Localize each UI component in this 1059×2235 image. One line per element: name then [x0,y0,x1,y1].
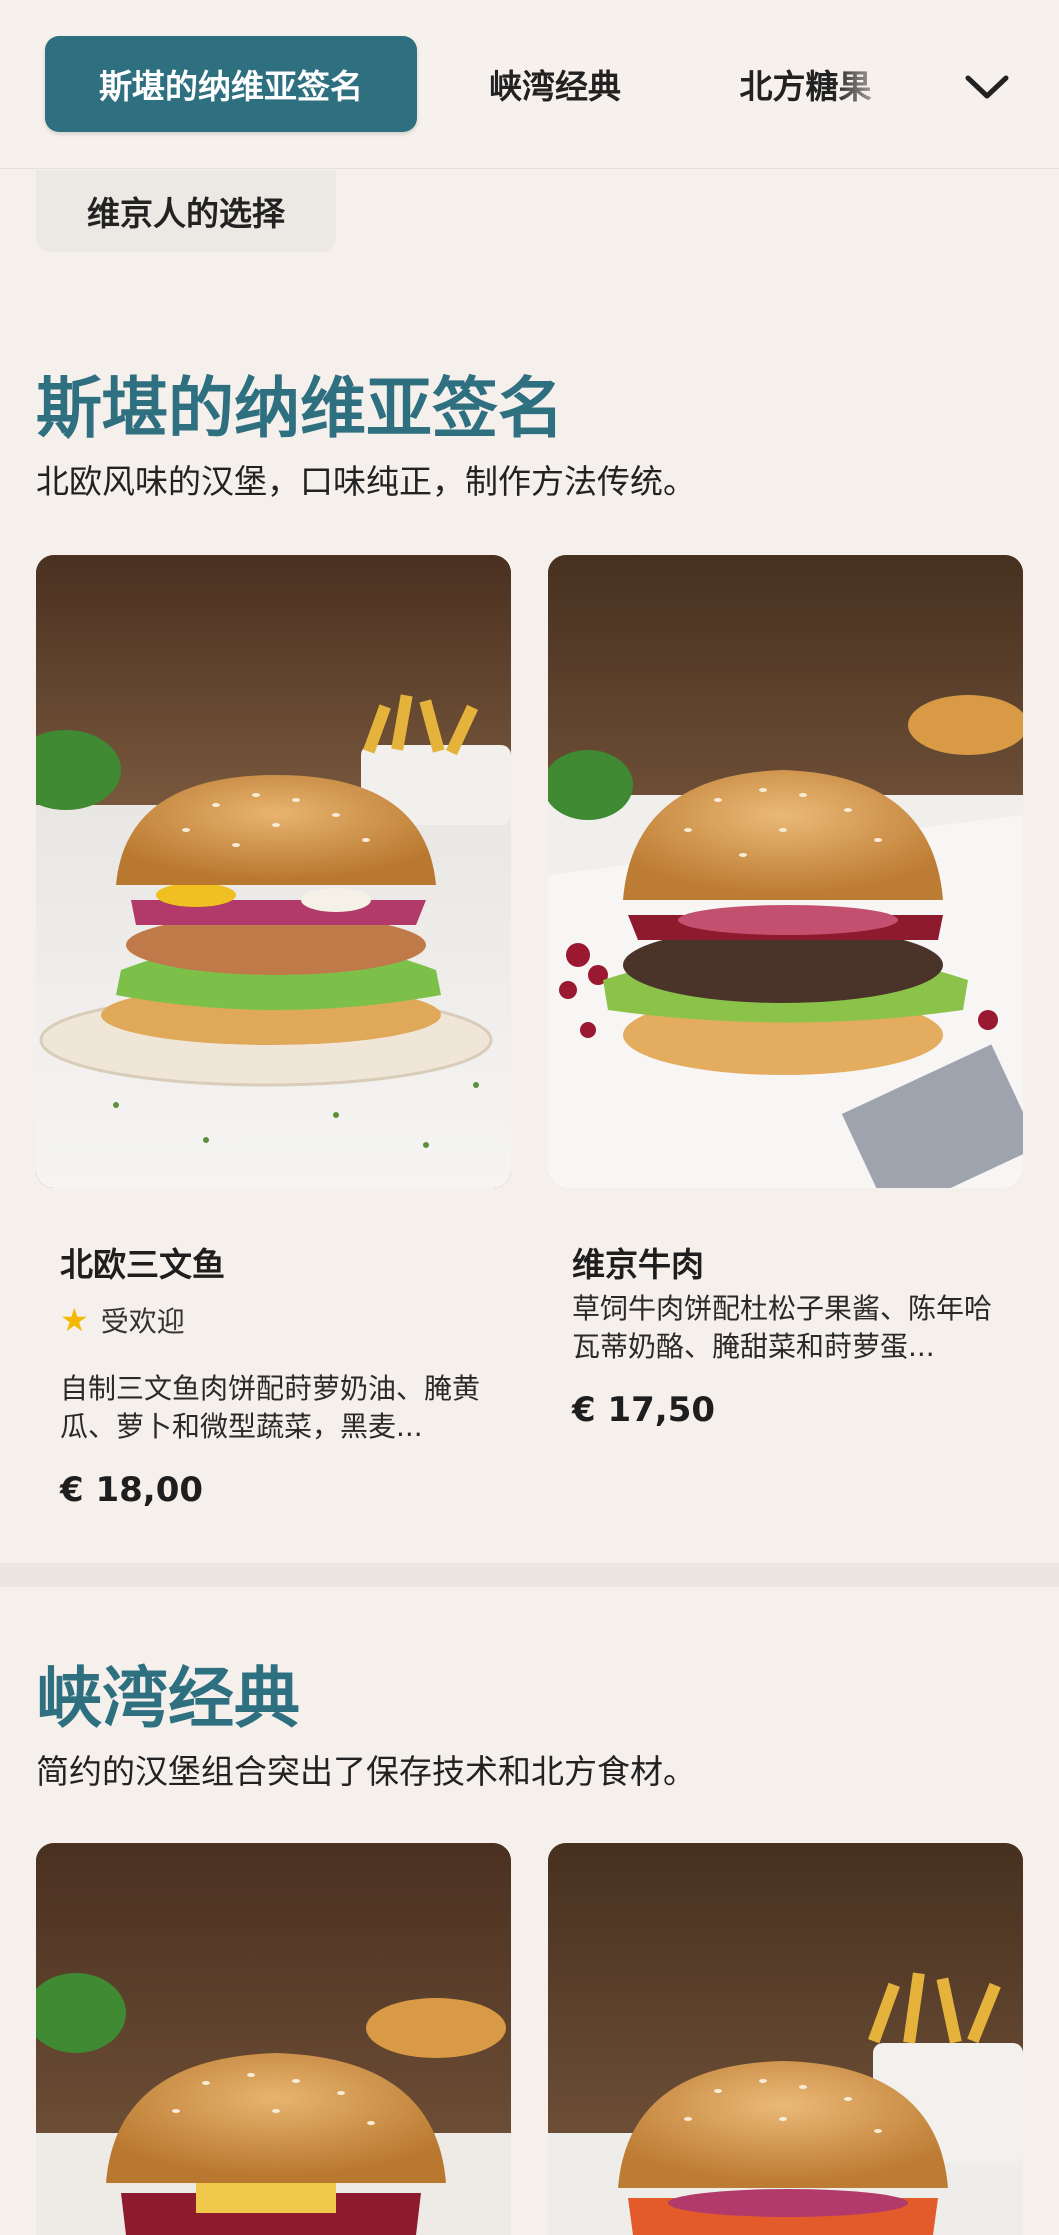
section-divider [0,1563,1059,1587]
item-description: 草饲牛肉饼配杜松子果酱、陈年哈瓦蒂奶酪、腌甜菜和莳萝蛋... [572,1292,993,1363]
badge-label: 受欢迎 [100,1305,185,1338]
tab-scandinavian-signature[interactable]: 斯堪的纳维亚签名 [45,36,417,132]
tab-nordic-sweets[interactable]: 北方糖果 [718,36,893,132]
burger-image[interactable] [548,1843,1023,2235]
section-title: 峡湾经典 [36,1660,300,1737]
section-description: 简约的汉堡组合突出了保存技术和北方食材。 [36,1752,696,1791]
item-description: 自制三文鱼肉饼配莳萝奶油、腌黄瓜、萝卜和微型蔬菜，黑麦... [60,1372,481,1443]
chevron-down-icon[interactable] [960,60,1014,114]
section-description: 北欧风味的汉堡，口味纯正，制作方法传统。 [36,462,696,501]
burger-image-viking-beef[interactable] [548,555,1023,1188]
category-nav-bar: 斯堪的纳维亚签名 峡湾经典 北方糖果 [0,0,1059,169]
item-name: 维京牛肉 [572,1245,704,1284]
item-name: 北欧三文鱼 [60,1245,225,1284]
tab-fjord-classics[interactable]: 峡湾经典 [470,36,640,132]
tab-viking-choice[interactable]: 维京人的选择 [36,170,336,252]
burger-image-salmon[interactable] [36,555,511,1188]
item-price: € 18,00 [60,1470,204,1510]
popular-badge: ★ 受欢迎 [60,1300,185,1340]
star-icon: ★ [60,1301,89,1339]
burger-image[interactable] [36,1843,511,2235]
section-title: 斯堪的纳维亚签名 [36,370,564,447]
item-price: € 17,50 [572,1390,716,1430]
